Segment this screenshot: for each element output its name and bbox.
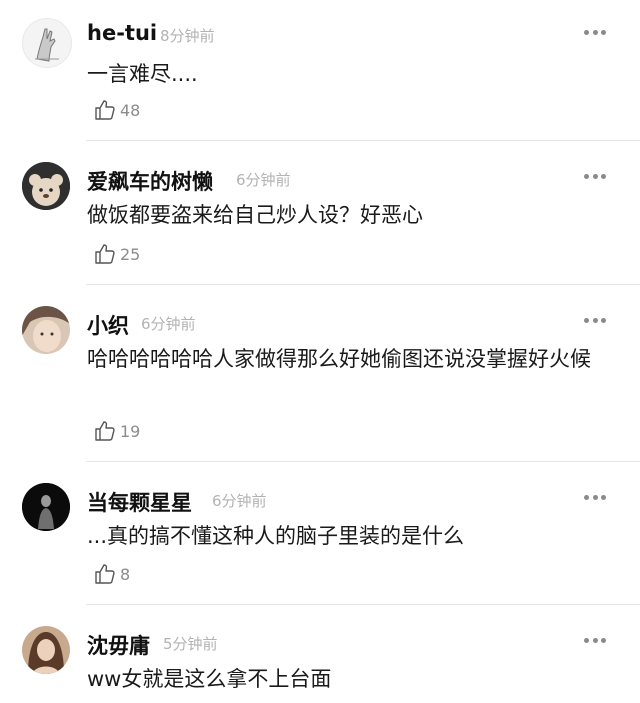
divider	[86, 461, 640, 462]
timestamp: 6分钟前	[141, 315, 196, 333]
thumbs-up-icon	[95, 564, 115, 584]
like-button[interactable]: 25	[93, 242, 140, 266]
thumbs-up-icon	[95, 421, 115, 441]
like-button[interactable]: 48	[93, 98, 140, 122]
like-count: 25	[120, 244, 141, 264]
like-button[interactable]: 8	[93, 562, 130, 586]
more-dots-icon[interactable]	[584, 30, 606, 36]
timestamp: 6分钟前	[236, 171, 291, 189]
username[interactable]: 当每颗星星	[87, 487, 192, 517]
timestamp: 8分钟前	[160, 27, 215, 45]
username[interactable]: he-tui	[87, 21, 157, 45]
like-count: 19	[120, 421, 141, 441]
more-dots-icon[interactable]	[584, 318, 606, 324]
like-count: 8	[120, 564, 131, 584]
timestamp: 6分钟前	[212, 492, 267, 510]
comment-text: ...真的搞不懂这种人的脑子里装的是什么	[87, 524, 465, 548]
comment-text: 做饭都要盗来给自己炒人设？好恶心	[87, 203, 423, 227]
divider	[86, 140, 640, 141]
username[interactable]: 小织	[87, 310, 129, 340]
divider	[86, 284, 640, 285]
more-dots-icon[interactable]	[584, 638, 606, 644]
more-dots-icon[interactable]	[584, 495, 606, 501]
username[interactable]: 沈毋庸	[87, 630, 150, 660]
avatar[interactable]	[22, 626, 70, 674]
more-dots-icon[interactable]	[584, 174, 606, 180]
thumbs-up-icon	[95, 100, 115, 120]
comment-text: 一言难尽....	[87, 62, 198, 86]
comment-text: ww女就是这么拿不上台面	[87, 667, 332, 691]
avatar[interactable]	[22, 306, 70, 354]
like-count: 48	[120, 100, 141, 120]
divider	[86, 604, 640, 605]
avatar[interactable]	[22, 18, 72, 68]
avatar[interactable]	[22, 162, 70, 210]
comment-text: 哈哈哈哈哈哈人家做得那么好她偷图还说没掌握好火候	[87, 347, 591, 371]
username[interactable]: 爱飙车的树懒	[87, 166, 213, 196]
avatar[interactable]	[22, 483, 70, 531]
timestamp: 5分钟前	[163, 635, 218, 653]
like-button[interactable]: 19	[93, 419, 140, 443]
thumbs-up-icon	[95, 244, 115, 264]
